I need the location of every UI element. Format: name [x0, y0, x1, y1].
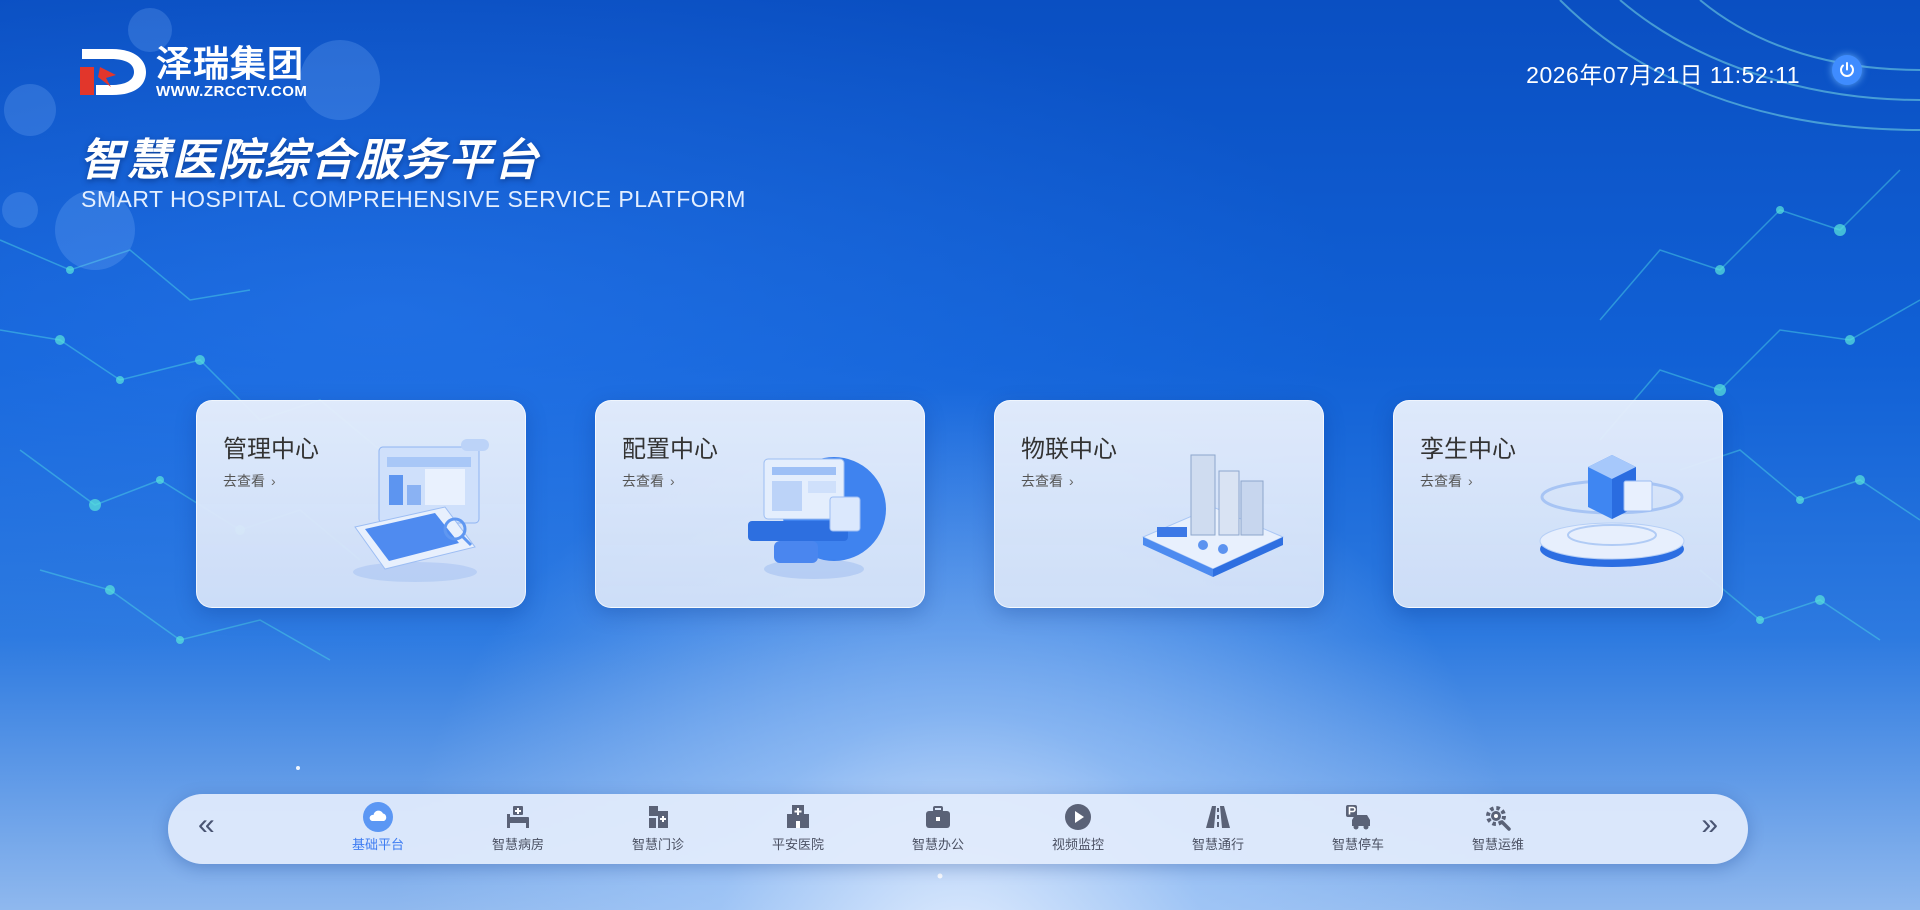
nav-item-smart-clinic[interactable]: 智慧门诊 [603, 802, 713, 858]
chevron-right-icon: › [1069, 473, 1074, 489]
card-title: 配置中心 [622, 436, 718, 463]
parking-icon [1346, 805, 1370, 830]
card-title: 管理中心 [223, 436, 319, 463]
nav-label: 智慧运维 [1471, 837, 1524, 852]
bottom-navigation: « 基础平台 智慧病房 智慧门诊 平安医院 智慧办公 视频监控 智慧通行 智慧停… [168, 794, 1748, 864]
nav-label: 智慧办公 [911, 837, 964, 852]
nav-item-smart-office[interactable]: 智慧办公 [883, 802, 993, 858]
platform-title: 智慧医院综合服务平台 [80, 136, 540, 185]
power-button[interactable] [1832, 55, 1862, 85]
logo-mark-icon [80, 49, 146, 95]
power-icon [1840, 62, 1854, 77]
datetime-display: 2026年07月21日 11:52:11 [1526, 62, 1800, 88]
card-view-link[interactable]: 去查看 › [1420, 471, 1473, 491]
nav-label: 平安医院 [771, 837, 824, 852]
card-management-center[interactable]: 管理中心 去查看 › [196, 400, 526, 608]
nav-label: 智慧停车 [1331, 837, 1384, 852]
nav-item-safe-hospital[interactable]: 平安医院 [743, 802, 853, 858]
company-name: 泽瑞集团 [156, 43, 305, 84]
card-title: 孪生中心 [1420, 436, 1516, 463]
card-view-link[interactable]: 去查看 › [622, 471, 675, 491]
company-url: WWW.ZRCCTV.COM [156, 83, 308, 100]
hospital-bed-icon [507, 806, 529, 828]
cloud-icon [363, 802, 393, 832]
nav-label: 视频监控 [1051, 837, 1104, 852]
card-title: 物联中心 [1021, 436, 1117, 463]
laptop-dashboard-illustration [353, 439, 489, 582]
nav-item-smart-ward[interactable]: 智慧病房 [463, 802, 573, 858]
nav-prev-button[interactable]: « [198, 808, 215, 842]
nav-item-basic-platform[interactable]: 基础平台 [323, 802, 433, 858]
iot-city-illustration [1141, 454, 1285, 577]
config-screens-illustration [748, 457, 886, 579]
card-twin-center[interactable]: 孪生中心 去查看 › [1393, 400, 1723, 608]
nav-item-smart-maintenance[interactable]: 智慧运维 [1443, 802, 1553, 858]
nav-label: 智慧门诊 [631, 837, 684, 852]
card-iot-center[interactable]: 物联中心 去查看 › [994, 400, 1324, 608]
platform-subtitle: SMART HOSPITAL COMPREHENSIVE SERVICE PLA… [81, 186, 746, 212]
chevron-right-icon: › [271, 473, 276, 489]
road-icon [1206, 806, 1230, 828]
hospital-building-icon [787, 805, 809, 828]
twin-cube-illustration [1539, 455, 1685, 567]
briefcase-icon [926, 806, 950, 828]
play-icon [1065, 804, 1091, 830]
card-view-link[interactable]: 去查看 › [223, 471, 276, 491]
chevron-right-icon: › [670, 473, 675, 489]
chevron-right-icon: › [1468, 473, 1473, 489]
card-config-center[interactable]: 配置中心 去查看 › [595, 400, 925, 608]
clinic-icon [649, 806, 668, 828]
nav-next-button[interactable]: » [1701, 808, 1718, 842]
nav-item-smart-access[interactable]: 智慧通行 [1163, 802, 1273, 858]
card-view-link[interactable]: 去查看 › [1021, 471, 1074, 491]
nav-item-video-surveillance[interactable]: 视频监控 [1023, 802, 1133, 858]
nav-label: 基础平台 [351, 837, 404, 852]
gear-wrench-icon [1486, 806, 1511, 831]
nav-item-smart-parking[interactable]: 智慧停车 [1303, 802, 1413, 858]
nav-label: 智慧通行 [1191, 837, 1244, 852]
company-logo: 泽瑞集团 WWW.ZRCCTV.COM [78, 44, 307, 100]
nav-label: 智慧病房 [491, 837, 544, 852]
